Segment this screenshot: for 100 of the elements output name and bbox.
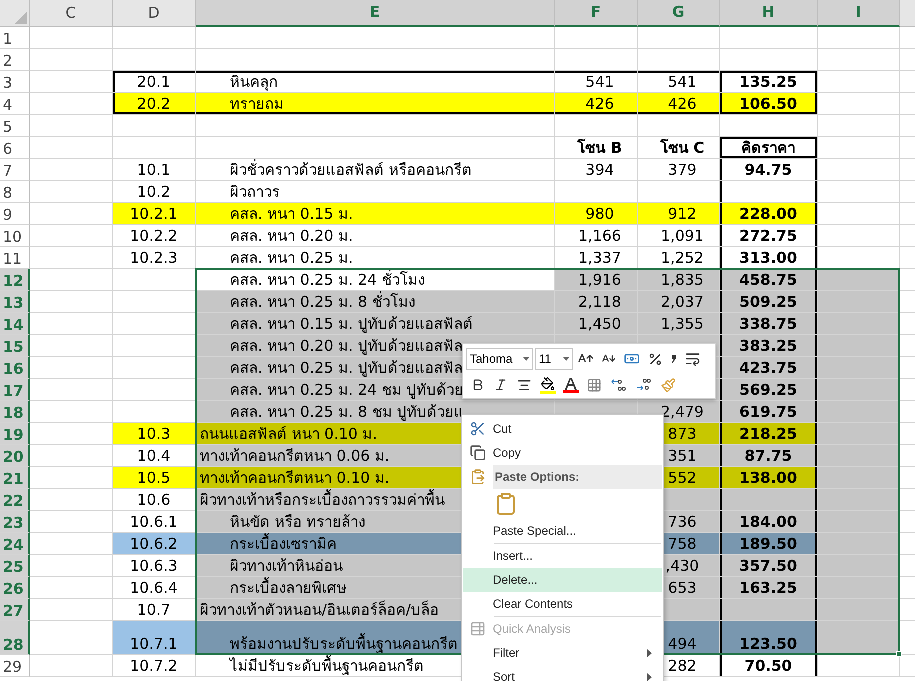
decimal-arrow-icon	[636, 378, 652, 392]
table-cell: 218.25	[720, 423, 818, 445]
column-header[interactable]: F	[555, 0, 638, 27]
table-cell: 383.25	[720, 335, 818, 357]
row-header[interactable]: 1	[0, 27, 30, 49]
row-header[interactable]: 13	[0, 291, 30, 313]
table-cell: 541	[555, 71, 638, 93]
table-cell: 10.2	[113, 181, 196, 203]
row-header[interactable]: 25	[0, 555, 30, 577]
table-cell: 1,166	[555, 225, 638, 247]
table-cell: ทรายถม	[196, 93, 555, 115]
row-header[interactable]: 21	[0, 467, 30, 489]
table-cell: 10.2.3	[113, 247, 196, 269]
table-cell: 509.25	[720, 291, 818, 313]
table-cell: 138.00	[720, 467, 818, 489]
table-cell: 20.2	[113, 93, 196, 115]
table-cell: 1,091	[638, 225, 720, 247]
row-header[interactable]: 17	[0, 379, 30, 401]
table-cell: 135.25	[720, 71, 818, 93]
row-header[interactable]: 4	[0, 93, 30, 115]
row-header[interactable]: 29	[0, 655, 30, 677]
table-cell: 10.7.1	[113, 621, 196, 655]
table-cell: 458.75	[720, 269, 818, 291]
table-cell: 10.2.2	[113, 225, 196, 247]
row-header[interactable]: 16	[0, 357, 30, 379]
table-cell: 980	[555, 203, 638, 225]
column-header[interactable]: D	[113, 0, 196, 27]
table-cell: 87.75	[720, 445, 818, 467]
table-cell: ผิวถาวร	[196, 181, 555, 203]
row-header[interactable]: 11	[0, 247, 30, 269]
column-header[interactable]: E	[196, 0, 555, 27]
font-size-field[interactable]: 11	[535, 348, 573, 370]
table-cell: 10.5	[113, 467, 196, 489]
table-cell: 2,037	[638, 291, 720, 313]
row-header[interactable]: 22	[0, 489, 30, 511]
row-header[interactable]: 15	[0, 335, 30, 357]
copy-icon	[470, 445, 486, 461]
row-header[interactable]: 23	[0, 511, 30, 533]
corner-triangle-icon	[15, 12, 27, 24]
borders-icon	[587, 378, 602, 392]
table-cell: 338.75	[720, 313, 818, 335]
table-cell: 10.2.1	[113, 203, 196, 225]
table-cell: 541	[638, 71, 720, 93]
table-cell: 70.50	[720, 655, 818, 677]
table-icon	[470, 621, 486, 637]
table-cell: 163.25	[720, 577, 818, 599]
table-cell: 426	[638, 93, 720, 115]
menu-item[interactable]: Delete...	[463, 568, 662, 592]
italic-icon	[494, 378, 508, 392]
table-cell: 912	[638, 203, 720, 225]
table-cell: ผิวชั่วคราวด้วยแอสฟัลต์ หรือคอนกรีต	[196, 159, 555, 181]
column-header[interactable]: H	[720, 0, 818, 27]
table-cell: 184.00	[720, 511, 818, 533]
row-header[interactable]: 2	[0, 49, 30, 71]
table-cell: 619.75	[720, 401, 818, 423]
table-cell: คสล. หนา 0.25 ม. 24 ชั่วโมง	[196, 269, 555, 291]
table-cell: 20.1	[113, 71, 196, 93]
dropdown-arrow-icon	[523, 357, 530, 361]
row-header[interactable]: 24	[0, 533, 30, 555]
row-header[interactable]: 3	[0, 71, 30, 93]
letter-a-icon	[564, 377, 578, 390]
row-header[interactable]: 12	[0, 269, 30, 291]
table-cell: 272.75	[720, 225, 818, 247]
row-header[interactable]: 6	[0, 137, 30, 159]
table-cell: 10.3	[113, 423, 196, 445]
table-cell: 423.75	[720, 357, 818, 379]
table-cell: คสล. หนา 0.15 ม.	[196, 203, 555, 225]
row-header[interactable]: 28	[0, 621, 30, 655]
table-cell: หินคลุก	[196, 71, 555, 93]
column-header[interactable]: C	[30, 0, 113, 27]
column-header[interactable]: G	[638, 0, 720, 27]
row-header[interactable]: 9	[0, 203, 30, 225]
table-cell: โซน C	[638, 137, 720, 159]
table-cell: 426	[555, 93, 638, 115]
column-header[interactable]: I	[818, 0, 900, 27]
row-header[interactable]: 26	[0, 577, 30, 599]
row-header[interactable]: 14	[0, 313, 30, 335]
row-header[interactable]: 8	[0, 181, 30, 203]
font-name-field[interactable]: Tahoma	[466, 348, 533, 370]
submenu-arrow-icon	[647, 648, 652, 658]
row-header[interactable]: 27	[0, 599, 30, 621]
table-cell: 394	[555, 159, 638, 181]
row-header[interactable]: 19	[0, 423, 30, 445]
row-header[interactable]: 7	[0, 159, 30, 181]
table-cell: คิดราคา	[720, 137, 818, 159]
clipboard-icon	[470, 469, 486, 485]
paintbrush-icon	[661, 378, 676, 392]
row-header[interactable]: 20	[0, 445, 30, 467]
row-header[interactable]: 10	[0, 225, 30, 247]
table-cell: 10.1	[113, 159, 196, 181]
table-cell: 313.00	[720, 247, 818, 269]
clipboard-icon	[494, 492, 518, 516]
table-cell: 1,450	[555, 313, 638, 335]
table-cell: 189.50	[720, 533, 818, 555]
wrap-text-icon	[685, 351, 701, 367]
row-header[interactable]: 5	[0, 115, 30, 137]
decimal-arrow-icon	[611, 378, 627, 392]
table-cell: 106.50	[720, 93, 818, 115]
table-cell: คสล. หนา 0.25 ม. 8 ชั่วโมง	[196, 291, 555, 313]
row-header[interactable]: 18	[0, 401, 30, 423]
